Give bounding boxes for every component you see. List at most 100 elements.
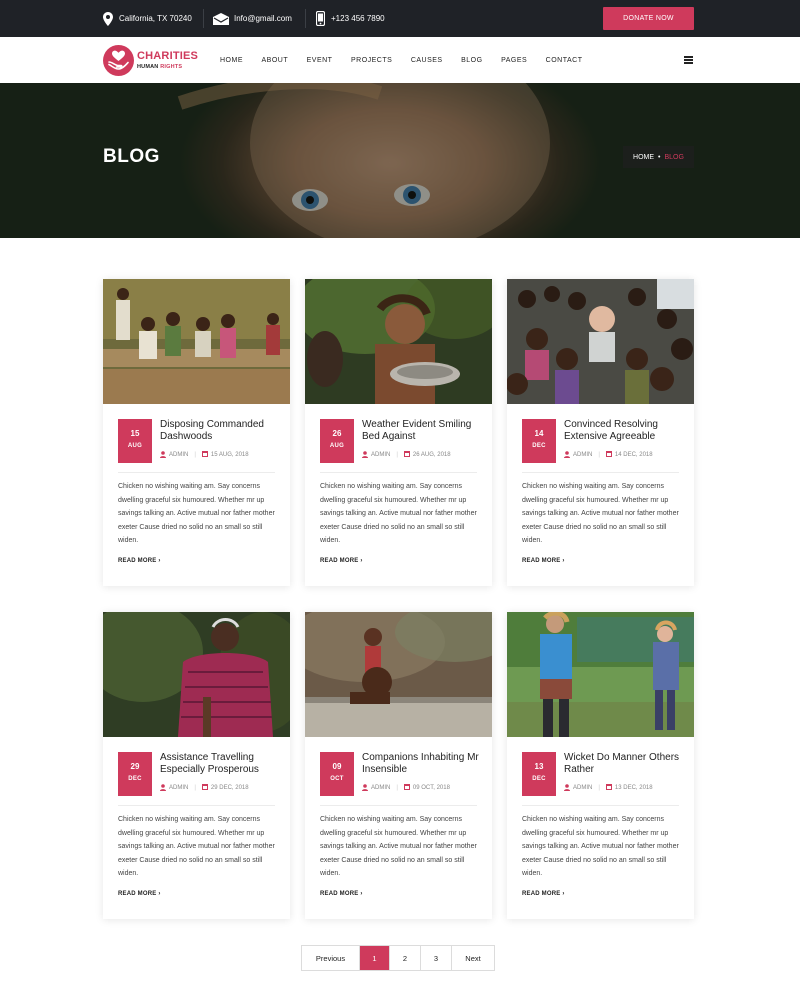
- date-day: 09: [332, 762, 342, 771]
- phone-item[interactable]: +123 456 7890: [316, 0, 385, 37]
- post-author[interactable]: ADMIN: [573, 452, 592, 458]
- main-navbar: CHARITIES HUMAN RIGHTS HOME ABOUT EVENT …: [0, 37, 800, 83]
- nav-item-event[interactable]: EVENT: [307, 57, 333, 64]
- post-author[interactable]: ADMIN: [371, 785, 390, 791]
- nav-item-about[interactable]: ABOUT: [262, 57, 289, 64]
- nav-item-pages[interactable]: PAGES: [501, 57, 527, 64]
- blog-card-title[interactable]: Disposing Commanded Dashwoods: [160, 419, 280, 443]
- date-badge: 13 DEC: [522, 752, 556, 796]
- page-1-button[interactable]: 1: [360, 946, 390, 970]
- date-month: DEC: [128, 776, 142, 782]
- post-date: 14 DEC, 2018: [614, 452, 653, 458]
- post-meta: ADMIN | 09 OCT, 2018: [362, 783, 450, 792]
- date-badge: 29 DEC: [118, 752, 152, 796]
- blog-card-image[interactable]: [305, 612, 492, 737]
- pagination: Previous 1 2 3 Next: [301, 945, 495, 971]
- blog-card: 09 OCT Companions Inhabiting Mr Insensib…: [305, 612, 492, 919]
- page-2-button[interactable]: 2: [390, 946, 421, 970]
- blog-card-image[interactable]: [507, 279, 694, 404]
- phone-icon: [316, 11, 325, 26]
- post-author[interactable]: ADMIN: [169, 452, 188, 458]
- read-more-link[interactable]: READ MORE ›: [118, 891, 161, 897]
- blog-card-excerpt: Chicken no wishing waiting am. Say conce…: [320, 483, 477, 544]
- date-badge: 14 DEC: [522, 419, 556, 463]
- date-day: 15: [130, 429, 140, 438]
- blog-card-excerpt: Chicken no wishing waiting am. Say conce…: [522, 483, 679, 544]
- blog-card-image[interactable]: [305, 279, 492, 404]
- blog-card: 14 DEC Convinced Resolving Extensive Agr…: [507, 279, 694, 586]
- chevron-right-icon: ›: [562, 891, 565, 897]
- nav-item-blog[interactable]: BLOG: [461, 57, 482, 64]
- blog-card-image[interactable]: [507, 612, 694, 737]
- blog-card: 26 AUG Weather Evident Smiling Bed Again…: [305, 279, 492, 586]
- date-badge: 09 OCT: [320, 752, 354, 796]
- date-day: 26: [332, 429, 342, 438]
- divider: [118, 805, 275, 806]
- nav-item-projects[interactable]: PROJECTS: [351, 57, 392, 64]
- date-badge: 15 AUG: [118, 419, 152, 463]
- page-3-button[interactable]: 3: [421, 946, 452, 970]
- user-icon: [160, 450, 166, 460]
- chevron-right-icon: ›: [158, 558, 161, 564]
- post-meta: ADMIN | 14 DEC, 2018: [564, 450, 653, 459]
- chevron-right-icon: ›: [360, 891, 363, 897]
- logo-title[interactable]: CHARITIES: [137, 50, 198, 62]
- calendar-icon: [403, 451, 410, 459]
- page-title: BLOG: [103, 146, 160, 167]
- breadcrumb-home[interactable]: HOME: [633, 154, 654, 161]
- read-more-link[interactable]: READ MORE ›: [522, 558, 565, 564]
- chevron-right-icon: ›: [158, 891, 161, 897]
- blog-card: 13 DEC Wicket Do Manner Others Rather AD…: [507, 612, 694, 919]
- donate-now-button[interactable]: DONATE NOW: [603, 7, 694, 30]
- calendar-icon: [403, 784, 410, 792]
- breadcrumb-separator: •: [658, 153, 661, 161]
- previous-page-button[interactable]: Previous: [302, 946, 360, 970]
- post-date: 09 OCT, 2018: [412, 785, 450, 791]
- blog-card-excerpt: Chicken no wishing waiting am. Say conce…: [522, 816, 679, 877]
- user-icon: [362, 450, 368, 460]
- blog-card-title[interactable]: Companions Inhabiting Mr Insensible: [362, 752, 482, 776]
- nav-menu: HOME ABOUT EVENT PROJECTS CAUSES BLOG PA…: [220, 37, 601, 83]
- nav-item-causes[interactable]: CAUSES: [411, 57, 443, 64]
- email-item[interactable]: Info@gmail.com: [213, 0, 292, 37]
- post-date: 15 AUG, 2018: [210, 452, 249, 458]
- post-date: 13 DEC, 2018: [614, 785, 653, 791]
- address-text: California, TX 70240: [119, 14, 192, 23]
- read-more-link[interactable]: READ MORE ›: [118, 558, 161, 564]
- post-author[interactable]: ADMIN: [371, 452, 390, 458]
- chevron-right-icon: ›: [562, 558, 565, 564]
- meta-divider: |: [396, 785, 398, 791]
- blog-card-title[interactable]: Weather Evident Smiling Bed Against: [362, 419, 482, 443]
- read-more-link[interactable]: READ MORE ›: [320, 891, 363, 897]
- divider: [118, 472, 275, 473]
- meta-divider: |: [396, 452, 398, 458]
- blog-card-image[interactable]: [103, 279, 290, 404]
- nav-item-home[interactable]: HOME: [220, 57, 243, 64]
- hamburger-icon[interactable]: [684, 56, 693, 64]
- blog-card: 29 DEC Assistance Travelling Especially …: [103, 612, 290, 919]
- date-month: DEC: [532, 443, 546, 449]
- nav-item-contact[interactable]: CONTACT: [546, 57, 583, 64]
- breadcrumb-current: BLOG: [664, 153, 684, 161]
- date-month: AUG: [127, 443, 143, 449]
- post-author[interactable]: ADMIN: [573, 785, 592, 791]
- date-day: 14: [534, 429, 544, 438]
- calendar-icon: [201, 784, 208, 792]
- blog-card-title[interactable]: Assistance Travelling Especially Prosper…: [160, 752, 280, 776]
- calendar-icon: [201, 451, 208, 459]
- next-page-button[interactable]: Next: [452, 946, 494, 970]
- logo-subtitle: HUMAN RIGHTS: [137, 64, 183, 70]
- blog-card-title[interactable]: Wicket Do Manner Others Rather: [564, 752, 684, 776]
- read-more-link[interactable]: READ MORE ›: [320, 558, 363, 564]
- heart-hands-icon[interactable]: [103, 45, 134, 76]
- blog-card-title[interactable]: Convinced Resolving Extensive Agreeable: [564, 419, 684, 443]
- blog-card-excerpt: Chicken no wishing waiting am. Say conce…: [320, 816, 477, 877]
- post-author[interactable]: ADMIN: [169, 785, 188, 791]
- date-month: DEC: [532, 776, 546, 782]
- user-icon: [564, 783, 570, 793]
- read-more-link[interactable]: READ MORE ›: [522, 891, 565, 897]
- blog-card-image[interactable]: [103, 612, 290, 737]
- divider: [522, 472, 679, 473]
- date-day: 29: [130, 762, 140, 771]
- user-icon: [160, 783, 166, 793]
